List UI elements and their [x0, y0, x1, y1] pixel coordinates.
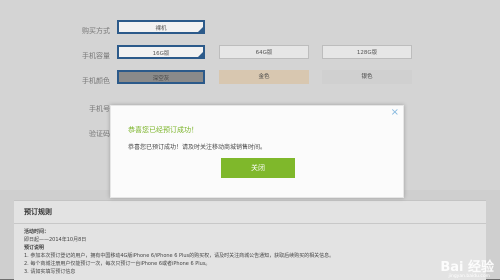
rules-line: 2. 每个商城注册用户仅能预订一次，每次只预订一台iPhone 6或者iPhon… — [24, 261, 211, 267]
option-label: 64G版 — [255, 50, 273, 56]
rules-line: 1. 参加本次预订登记的用户，拥有中国移动4G版iPhone 6/iPhone … — [24, 253, 335, 259]
label-verification-code: 验证码 — [89, 130, 110, 138]
option-label: 银色 — [361, 74, 373, 80]
rules-line: 预订说明 — [24, 245, 45, 251]
option-label: 128G版 — [356, 50, 378, 56]
option-128g[interactable]: 128G版 — [322, 45, 412, 59]
close-button[interactable]: 关闭 — [221, 158, 295, 178]
label-capacity: 手机容量 — [82, 52, 110, 60]
option-bare-phone[interactable]: 裸机 — [117, 20, 205, 34]
watermark-url: jingyan.baidu.com — [448, 274, 490, 279]
close-icon[interactable]: × — [391, 107, 399, 119]
dialog-message: 恭喜您已预订成功！请及时关注移动商城销售时间。 — [128, 144, 267, 151]
option-label: 裸机 — [155, 26, 167, 32]
rules-line: 3. 请如实填写预订信息 — [24, 269, 76, 275]
baidu-jingyan-logo: Bai 经验 — [440, 260, 494, 275]
rules-line: 活动时间： — [24, 229, 50, 235]
option-16g[interactable]: 16G版 — [117, 45, 205, 59]
option-label: 金色 — [258, 74, 270, 80]
rules-line: 即日起——2014年10月8日 — [24, 237, 87, 243]
dialog-title: 恭喜您已经预订成功！ — [128, 126, 198, 134]
label-color: 手机颜色 — [82, 77, 110, 85]
option-gold[interactable]: 金色 — [219, 70, 309, 84]
option-silver[interactable]: 银色 — [322, 70, 412, 84]
divider — [14, 223, 486, 224]
rules-heading: 预订规则 — [24, 208, 52, 216]
label-purchase-method: 购买方式 — [82, 27, 110, 35]
option-label: 16G版 — [152, 51, 170, 57]
preorder-rules-section: 预订规则 活动时间： 即日起——2014年10月8日 预订说明 1. 参加本次预… — [14, 200, 486, 280]
option-space-gray[interactable]: 深空灰 — [117, 70, 205, 84]
option-label: 深空灰 — [152, 76, 170, 82]
page-background: 购买方式 裸机 手机容量 16G版 64G版 128G版 手机颜色 深空灰 金色… — [0, 0, 500, 280]
label-phone-number: 手机号 — [89, 105, 110, 113]
success-dialog: × 恭喜您已经预订成功！ 恭喜您已预订成功！请及时关注移动商城销售时间。 关闭 — [110, 105, 404, 198]
option-64g[interactable]: 64G版 — [219, 45, 309, 59]
